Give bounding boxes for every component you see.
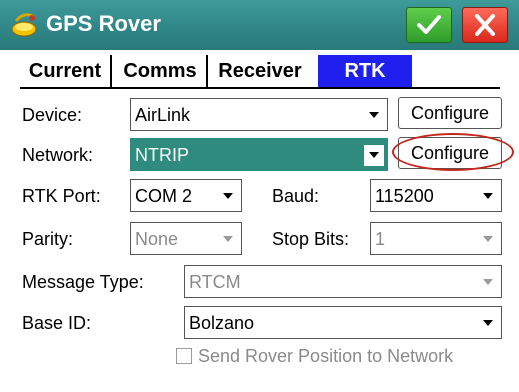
baud-dropdown[interactable]: 115200 xyxy=(370,179,502,212)
checkmark-icon xyxy=(417,15,441,34)
base-id-value: Bolzano xyxy=(189,313,255,333)
chevron-down-icon xyxy=(364,145,384,166)
ok-button[interactable] xyxy=(406,7,452,43)
rtk-port-value: COM 2 xyxy=(135,186,193,206)
base-id-label: Base ID: xyxy=(22,313,92,333)
send-rover-position-label: Send Rover Position to Network xyxy=(198,346,454,366)
parity-label: Parity: xyxy=(22,229,74,249)
chevron-down-icon xyxy=(218,229,238,250)
base-id-dropdown[interactable]: Bolzano xyxy=(184,306,502,339)
chevron-down-icon xyxy=(478,313,498,334)
tab-rtk[interactable]: RTK xyxy=(318,55,412,87)
close-button[interactable] xyxy=(462,7,508,43)
title-bar: GPS Rover xyxy=(0,0,519,50)
tab-current[interactable]: Current xyxy=(20,55,112,87)
rtk-port-dropdown[interactable]: COM 2 xyxy=(130,179,242,212)
baud-value: 115200 xyxy=(375,186,434,206)
chevron-down-icon xyxy=(364,105,384,126)
device-value: AirLink xyxy=(135,105,191,125)
satellite-rover-icon xyxy=(10,9,40,39)
chevron-down-icon xyxy=(478,229,498,250)
network-value: NTRIP xyxy=(135,145,189,165)
tab-receiver[interactable]: Receiver xyxy=(210,55,310,87)
chevron-down-icon xyxy=(478,186,498,207)
parity-value: None xyxy=(135,229,179,249)
tab-divider xyxy=(20,87,500,89)
rtk-port-label: RTK Port: xyxy=(22,186,101,206)
parity-dropdown[interactable]: None xyxy=(130,222,242,255)
device-label: Device: xyxy=(22,105,83,125)
message-type-dropdown[interactable]: RTCM xyxy=(184,265,502,298)
stop-bits-value: 1 xyxy=(375,229,386,249)
chevron-down-icon xyxy=(478,272,498,293)
annotation-circle xyxy=(392,133,514,171)
x-close-icon xyxy=(475,14,495,36)
tab-comms[interactable]: Comms xyxy=(114,55,208,87)
window-title: GPS Rover xyxy=(46,11,161,36)
chevron-down-icon xyxy=(218,186,238,207)
stop-bits-label: Stop Bits: xyxy=(272,229,350,249)
message-type-label: Message Type: xyxy=(22,272,144,292)
stop-bits-dropdown[interactable]: 1 xyxy=(370,222,502,255)
device-dropdown[interactable]: AirLink xyxy=(130,98,388,131)
device-configure-button[interactable]: Configure xyxy=(398,97,502,129)
network-label: Network: xyxy=(22,145,94,165)
send-rover-position-checkbox[interactable] xyxy=(176,348,192,364)
network-dropdown[interactable]: NTRIP xyxy=(130,138,388,171)
baud-label: Baud: xyxy=(272,186,320,206)
message-type-value: RTCM xyxy=(189,272,241,292)
